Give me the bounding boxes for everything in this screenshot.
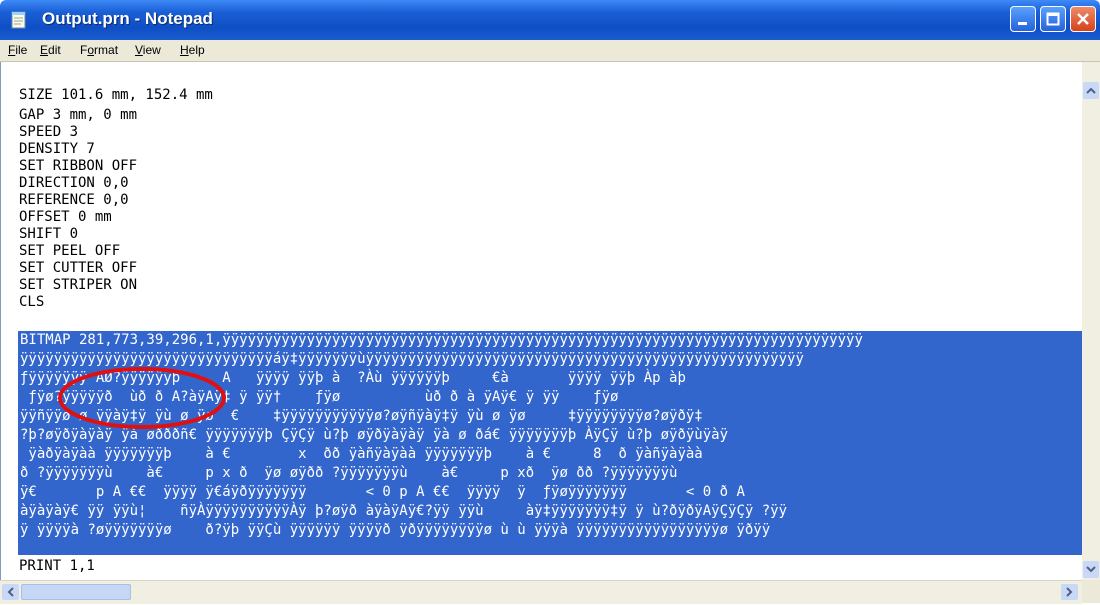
chevron-up-icon [1086,87,1096,94]
maximize-button[interactable] [1040,6,1066,32]
menu-help[interactable]: Help [180,43,205,57]
chevron-left-icon [7,587,14,597]
text-editor[interactable]: SIZE 101.6 mm, 152.4 mm GAP 3 mm, 0 mm S… [0,62,1083,580]
vertical-scrollbar[interactable] [1082,62,1100,580]
close-icon [1077,13,1089,25]
selected-line: ÿ ÿÿÿÿà ?øÿÿÿÿÿÿÿø ð?ÿþ ÿÿÇù ÿÿÿÿÿÿ ÿÿÿÿ… [20,522,771,538]
text-line: DIRECTION 0,0 [19,175,129,191]
chevron-down-icon [1086,566,1096,573]
selected-line: àÿàÿàÿ€ ÿÿ ÿÿù¦ ñÿÀÿÿÿÿÿÿÿÿÿÿÀÿ þ?øÿð àÿ… [20,503,788,519]
selected-line: ?þ?øÿðÿàÿàÿ ÿà øðððñ€ ÿÿÿÿÿÿÿþ ÇÿÇÿ ù?þ … [20,427,729,443]
window-title: Output.prn - Notepad [42,9,213,28]
text-line: DENSITY 7 [19,141,95,157]
scroll-down-button[interactable] [1083,561,1099,578]
selected-line: ÿàðÿàÿàà ÿÿÿÿÿÿÿþ à € x ðð ÿàñÿàÿàà ÿÿÿÿ… [20,446,703,462]
text-line: SET CUTTER OFF [19,260,138,276]
minimize-button[interactable] [1010,6,1036,32]
text-line: OFFSET 0 mm [19,209,112,225]
minimize-icon [1018,22,1027,25]
selected-line: ð ?ÿÿÿÿÿÿÿù à€ p x ð ÿø øÿðð ?ÿÿÿÿÿÿÿù à… [20,465,678,481]
text-line: PRINT 1,1 [19,558,95,574]
text-line: SHIFT 0 [19,226,79,242]
text-line: GAP 3 mm, 0 mm [19,107,138,123]
menu-edit[interactable]: Edit [40,43,61,57]
scroll-right-button[interactable] [1061,584,1078,600]
resize-grip[interactable] [1082,580,1100,603]
selected-line: ÿ€ p A €€ ÿÿÿÿ ÿ€áÿðÿÿÿÿÿÿÿ < 0 p A €€ ÿ… [20,484,745,500]
scroll-up-button[interactable] [1083,82,1099,99]
menu-file[interactable]: File [8,43,27,57]
close-button[interactable] [1070,6,1096,32]
red-circle-annotation [58,367,226,429]
menu-view[interactable]: View [135,43,161,57]
text-line: SET RIBBON OFF [19,158,138,174]
selected-line: BITMAP 281,773,39,296,1,ÿÿÿÿÿÿÿÿÿÿÿÿÿÿÿÿ… [20,332,863,348]
chevron-right-icon [1066,587,1073,597]
scroll-left-button[interactable] [2,584,19,600]
menu-format[interactable]: Format [80,43,118,57]
notepad-icon [11,11,26,29]
scroll-thumb[interactable] [21,584,131,600]
text-line: REFERENCE 0,0 [19,192,129,208]
text-line: SET STRIPER ON [19,277,138,293]
text-line: SIZE 101.6 mm, 152.4 mm [19,87,213,103]
text-line: SET PEEL OFF [19,243,121,259]
horizontal-scrollbar[interactable] [0,580,1082,604]
menu-bar: File Edit Format View Help [0,40,1100,62]
title-bar[interactable]: Output.prn - Notepad [0,0,1100,40]
selected-line: ÿÿÿÿÿÿÿÿÿÿÿÿÿÿÿÿÿÿÿÿÿÿÿÿÿÿÿÿÿÿáÿ‡ÿÿÿÿÿÿÿ… [20,351,804,367]
selected-text[interactable]: BITMAP 281,773,39,296,1,ÿÿÿÿÿÿÿÿÿÿÿÿÿÿÿÿ… [18,331,1083,555]
text-line: CLS [19,294,45,310]
text-line: SPEED 3 [19,124,79,140]
maximize-icon [1046,12,1060,26]
